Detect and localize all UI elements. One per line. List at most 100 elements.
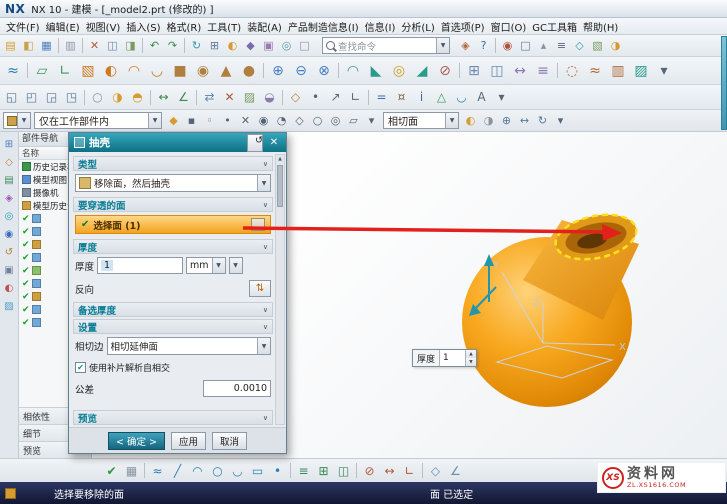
full-screen-icon[interactable]: □: [517, 37, 534, 54]
expression-icon[interactable]: =: [372, 88, 391, 107]
arc-icon[interactable]: ◠: [188, 461, 207, 480]
display-mode-icon[interactable]: ◑: [607, 37, 624, 54]
assembly-navigator-icon[interactable]: ⊞: [2, 137, 16, 151]
help-icon[interactable]: ?: [475, 37, 492, 54]
unite-icon[interactable]: ⊕: [267, 60, 289, 82]
cut-icon[interactable]: ✕: [86, 37, 103, 54]
layers-icon[interactable]: ▧: [589, 37, 606, 54]
point-on-curve-snap-icon[interactable]: ○: [309, 112, 326, 129]
subtract-icon[interactable]: ⊖: [290, 60, 312, 82]
scroll-up-icon[interactable]: ▲: [278, 155, 282, 164]
orient-view-icon[interactable]: ◆: [242, 37, 259, 54]
checkbox-icon[interactable]: ✔: [22, 292, 30, 302]
selection-options-icon[interactable]: ▾: [552, 112, 569, 129]
edge-blend-icon[interactable]: ◠: [342, 60, 364, 82]
view-right-icon[interactable]: ◳: [62, 88, 81, 107]
print-icon[interactable]: ▥: [62, 37, 79, 54]
hd3d-tools-icon[interactable]: ◎: [2, 209, 16, 223]
snap-options-icon[interactable]: ▾: [363, 112, 380, 129]
thickness-onscreen-input[interactable]: 厚度 1 ▲ ▼: [412, 349, 477, 367]
menu-item[interactable]: GC工具箱: [529, 18, 580, 35]
roles-palette-icon[interactable]: ◐: [2, 281, 16, 295]
system-materials-icon[interactable]: ▨: [2, 299, 16, 313]
line-icon[interactable]: ╱: [168, 461, 187, 480]
checkbox-icon[interactable]: ✔: [22, 305, 30, 315]
studio-display-icon[interactable]: ◓: [128, 88, 147, 107]
cylinder-icon[interactable]: ◉: [192, 60, 214, 82]
move-object-icon[interactable]: ⇄: [200, 88, 219, 107]
vector-dialog-icon[interactable]: ↗: [326, 88, 345, 107]
swept-icon[interactable]: ◠: [123, 60, 145, 82]
section-thickness[interactable]: 厚度 ∨: [73, 239, 273, 254]
menu-item[interactable]: 首选项(P): [438, 18, 488, 35]
dimensions-icon[interactable]: ∠: [446, 461, 465, 480]
checkbox-icon[interactable]: ✔: [22, 253, 30, 263]
paste-icon[interactable]: ◨: [122, 37, 139, 54]
bounded-plane-snap-icon[interactable]: ▱: [345, 112, 362, 129]
spin-down-icon[interactable]: ▼: [466, 358, 476, 366]
extrude-icon[interactable]: ▧: [77, 60, 99, 82]
layer-settings-icon[interactable]: ▨: [240, 88, 259, 107]
repeat-command-icon[interactable]: ▣: [260, 37, 277, 54]
control-point-snap-icon[interactable]: •: [219, 112, 236, 129]
sphere-icon[interactable]: ●: [238, 60, 260, 82]
rib-icon[interactable]: ▥: [607, 60, 629, 82]
section-preview[interactable]: 预览 ∨: [73, 410, 273, 425]
analysis-icon[interactable]: △: [432, 88, 451, 107]
measure-angle-icon[interactable]: ∠: [174, 88, 193, 107]
delete-icon[interactable]: ✕: [220, 88, 239, 107]
open-icon[interactable]: ◧: [20, 37, 37, 54]
fit-view-icon[interactable]: ⊞: [206, 37, 223, 54]
scrollbar-thumb[interactable]: [277, 165, 283, 207]
pan-view-icon[interactable]: ↔: [516, 112, 533, 129]
trim-body-icon[interactable]: ⊘: [434, 60, 456, 82]
command-finder[interactable]: 查找命令 ▼: [322, 37, 450, 54]
quick-trim-icon[interactable]: ⊘: [360, 461, 379, 480]
role-icon[interactable]: ◉: [499, 37, 516, 54]
curve-tools-icon[interactable]: ◡: [452, 88, 471, 107]
intersection-snap-icon[interactable]: ✕: [237, 112, 254, 129]
redo-icon[interactable]: ↷: [164, 37, 181, 54]
surface-icon[interactable]: ▨: [630, 60, 652, 82]
block-icon[interactable]: ■: [169, 60, 191, 82]
menu-item[interactable]: 文件(F): [3, 18, 43, 35]
cone-icon[interactable]: ▲: [215, 60, 237, 82]
profile-icon[interactable]: ≈: [148, 461, 167, 480]
copy-icon[interactable]: ◫: [104, 37, 121, 54]
face-rule-combo[interactable]: 相切面 ▼: [383, 112, 459, 129]
checkbox-icon[interactable]: ✔: [22, 214, 30, 224]
undo-icon[interactable]: ↶: [146, 37, 163, 54]
sketch-grid-icon[interactable]: ▦: [122, 461, 141, 480]
menu-item[interactable]: 视图(V): [83, 18, 124, 35]
search-dropdown-icon[interactable]: ▼: [436, 38, 449, 53]
menu-item[interactable]: 插入(S): [123, 18, 163, 35]
new-icon[interactable]: ▤: [2, 37, 19, 54]
formula-options-icon[interactable]: ▼: [229, 257, 243, 274]
datum-plane-icon[interactable]: ▱: [31, 60, 53, 82]
tolerance-input[interactable]: 0.0010: [203, 380, 271, 397]
menu-item[interactable]: 信息(I): [362, 18, 399, 35]
tangent-edges-combo[interactable]: 相切延伸面 ▼: [107, 337, 271, 355]
rotate-view-icon[interactable]: ↻: [534, 112, 551, 129]
patch-checkbox[interactable]: ✔: [75, 362, 86, 373]
window-switch-icon[interactable]: □: [296, 37, 313, 54]
midpoint-snap-icon[interactable]: ◦: [201, 112, 218, 129]
minimize-ribbon-icon[interactable]: ▴: [535, 37, 552, 54]
dropdown-arrow-icon[interactable]: ▼: [212, 258, 225, 273]
selection-scope-combo[interactable]: 仅在工作部件内 ▼: [34, 112, 162, 129]
customize-icon[interactable]: ≡: [553, 37, 570, 54]
rectangle-icon[interactable]: ▭: [248, 461, 267, 480]
csys-dialog-icon[interactable]: ∟: [346, 88, 365, 107]
view-front-icon[interactable]: ◱: [2, 88, 21, 107]
revolve-icon[interactable]: ◐: [100, 60, 122, 82]
shell-icon[interactable]: ◎: [388, 60, 410, 82]
snap-enable-icon[interactable]: ◆: [165, 112, 182, 129]
ok-button[interactable]: < 确定 >: [108, 432, 165, 450]
reuse-library-icon[interactable]: ◈: [2, 191, 16, 205]
dropdown-arrow-icon[interactable]: ▼: [445, 113, 458, 128]
menu-item[interactable]: 装配(A): [244, 18, 285, 35]
quick-extend-icon[interactable]: ↔: [380, 461, 399, 480]
datum-csys-icon[interactable]: ∟: [54, 60, 76, 82]
more-features-icon[interactable]: ▾: [653, 60, 675, 82]
view-iso-icon[interactable]: ◲: [42, 88, 61, 107]
